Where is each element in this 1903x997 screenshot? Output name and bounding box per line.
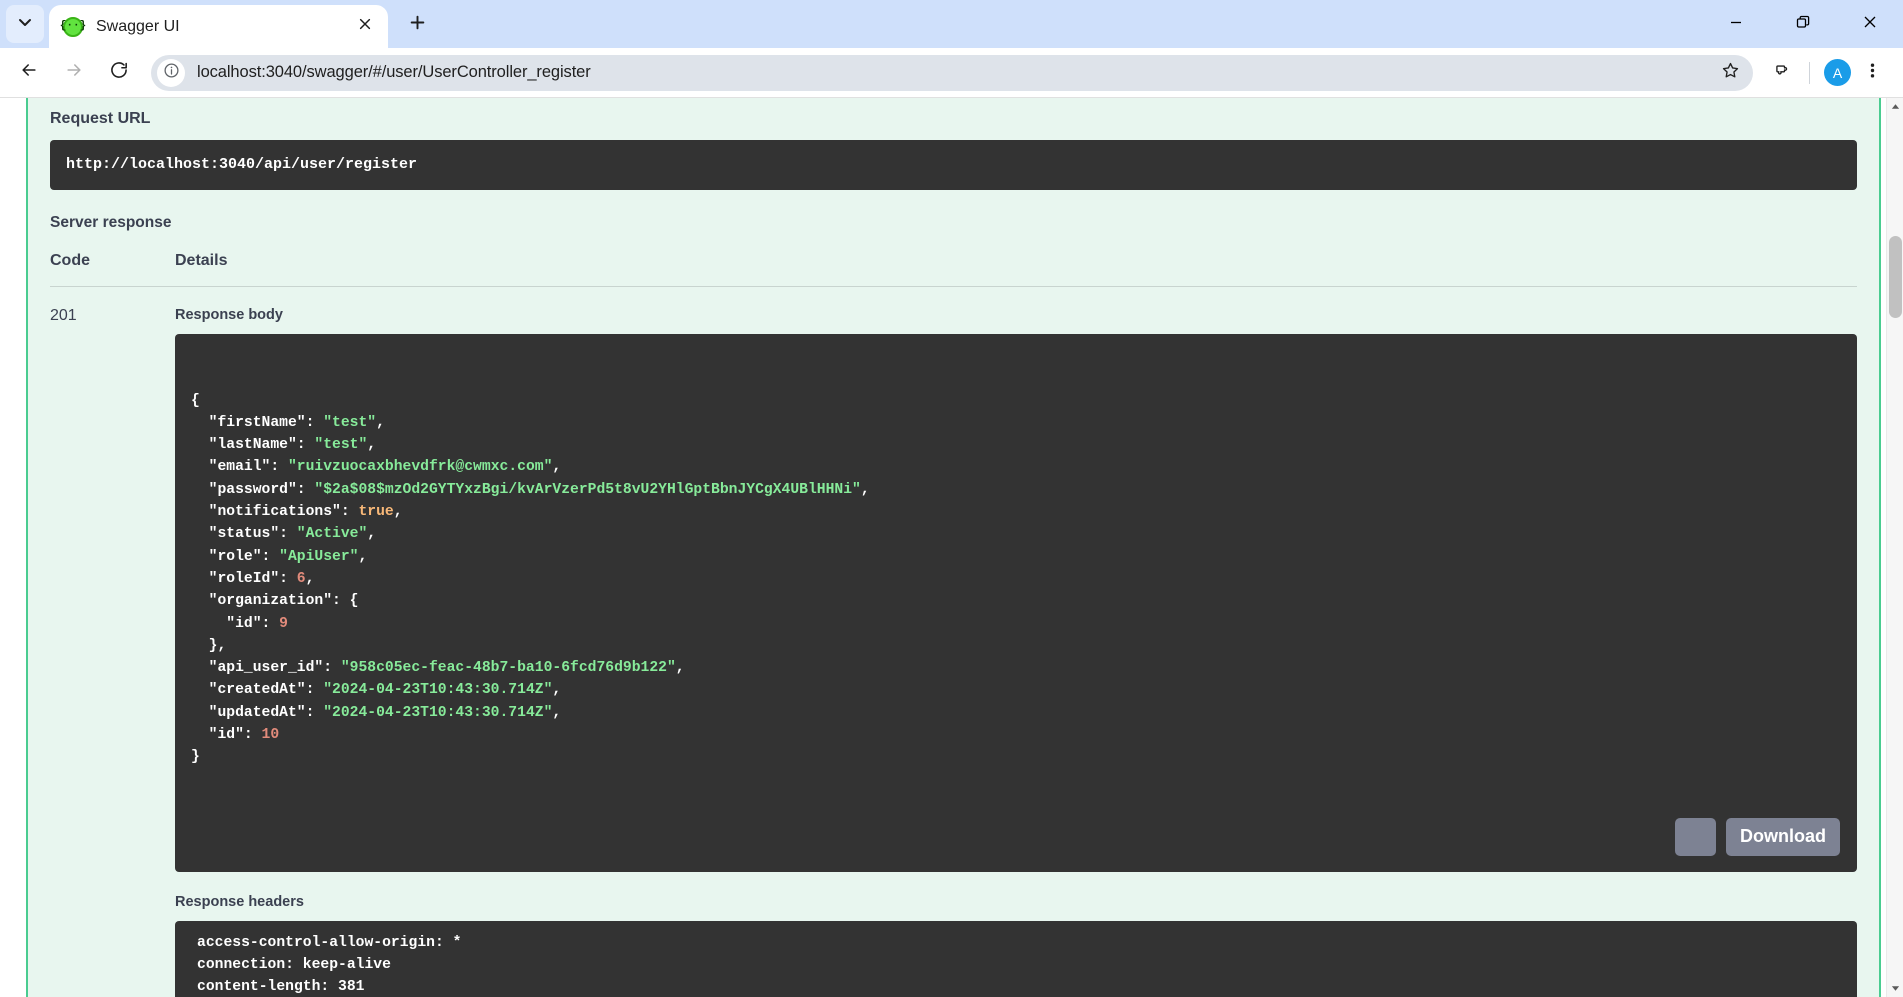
column-header-code: Code <box>50 252 90 269</box>
puzzle-piece-icon <box>1772 61 1791 85</box>
arrow-right-icon <box>64 60 84 85</box>
response-body-actions: Download <box>1675 817 1840 856</box>
response-body-label: Response body <box>175 307 283 323</box>
scrollbar-down-button[interactable] <box>1887 980 1903 997</box>
response-body-code: { "firstName": "test", "lastName": "test… <box>175 334 1857 872</box>
forward-button[interactable] <box>55 54 93 92</box>
response-body-json: { "firstName": "test", "lastName": "test… <box>191 392 870 766</box>
download-button[interactable]: Download <box>1726 817 1840 856</box>
chevron-down-icon <box>17 14 33 35</box>
browser-toolbar: localhost:3040/swagger/#/user/UserContro… <box>0 48 1903 97</box>
window-close-button[interactable] <box>1836 0 1903 48</box>
close-icon <box>358 17 372 36</box>
window-controls <box>1702 0 1903 48</box>
response-headers-code: access-control-allow-origin: * connectio… <box>175 920 1857 997</box>
tab-close-button[interactable] <box>352 14 378 40</box>
response-headers-label: Response headers <box>175 893 304 910</box>
arrow-left-icon <box>19 60 39 85</box>
browser-tab-swagger-ui[interactable]: {··} Swagger UI <box>49 5 388 48</box>
minimize-icon <box>1728 14 1744 35</box>
profile-avatar[interactable]: A <box>1824 59 1851 86</box>
reload-button[interactable] <box>100 54 138 92</box>
three-dots-vertical-icon <box>1864 62 1881 84</box>
response-status-code: 201 <box>50 307 77 324</box>
browser-menu-button[interactable] <box>1855 55 1889 91</box>
new-tab-button[interactable] <box>400 8 434 42</box>
url-text[interactable]: localhost:3040/swagger/#/user/UserContro… <box>197 63 591 82</box>
browser-window: {··} Swagger UI localhost:3040/swagger/#… <box>0 0 1903 997</box>
page-scrollbar[interactable] <box>1886 98 1903 997</box>
scrollbar-thumb[interactable] <box>1889 236 1902 318</box>
scrollbar-up-button[interactable] <box>1887 98 1903 115</box>
triangle-up-icon <box>1891 98 1900 116</box>
triangle-down-icon <box>1891 980 1900 997</box>
operation-response-panel: Request URL http://localhost:3040/api/us… <box>26 98 1881 997</box>
column-header-details: Details <box>175 252 228 269</box>
server-response-label: Server response <box>50 214 172 231</box>
response-details-cell: Response body { "firstName": "test", "la… <box>175 307 1857 997</box>
star-icon <box>1721 61 1740 85</box>
bookmark-button[interactable] <box>1713 56 1747 90</box>
request-url-value: http://localhost:3040/api/user/register <box>50 140 1857 190</box>
server-response-table: Code Details 201 Response body { "firstN… <box>50 252 1857 997</box>
swagger-ui-page: Request URL http://localhost:3040/api/us… <box>0 98 1886 997</box>
site-information-button[interactable] <box>157 58 185 87</box>
address-bar[interactable]: localhost:3040/swagger/#/user/UserContro… <box>151 54 1753 91</box>
table-row: 201 Response body { "firstName": "test",… <box>50 287 1857 997</box>
close-icon <box>1862 14 1878 35</box>
reload-icon <box>109 60 129 85</box>
window-restore-button[interactable] <box>1769 0 1836 48</box>
tab-search-button[interactable] <box>6 5 44 43</box>
plus-icon <box>409 14 426 36</box>
tab-title: Swagger UI <box>96 17 180 35</box>
extensions-button[interactable] <box>1763 55 1799 91</box>
swagger-logo-icon: {··} <box>60 16 86 37</box>
toolbar-divider <box>1809 61 1810 84</box>
request-url-label: Request URL <box>50 110 151 127</box>
restore-icon <box>1795 14 1811 35</box>
tab-strip: {··} Swagger UI <box>0 0 1903 48</box>
table-header-row: Code Details <box>50 252 1857 287</box>
info-circle-icon <box>163 62 180 84</box>
page-viewport: Request URL http://localhost:3040/api/us… <box>0 97 1903 997</box>
window-minimize-button[interactable] <box>1702 0 1769 48</box>
back-button[interactable] <box>10 54 48 92</box>
copy-to-clipboard-button[interactable] <box>1675 817 1743 856</box>
